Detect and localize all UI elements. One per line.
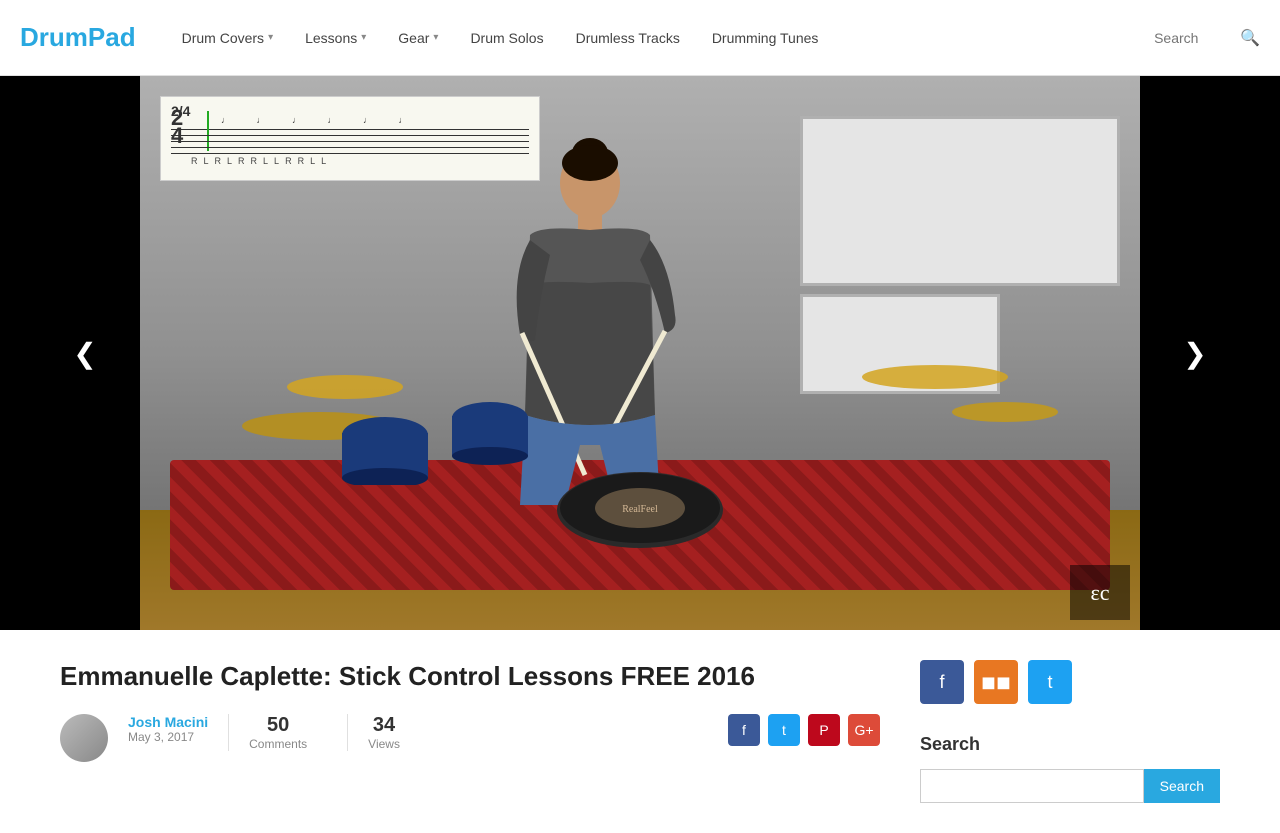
nav-drum-solos[interactable]: Drum Solos: [454, 0, 559, 76]
tom-blue-2: [450, 400, 530, 470]
main-content: Emmanuelle Caplette: Stick Control Lesso…: [60, 660, 880, 803]
twitter-icon: t: [782, 722, 786, 738]
logo-pad: Pad: [88, 22, 136, 52]
nav-drumless-tracks[interactable]: Drumless Tracks: [560, 0, 696, 76]
rss-icon: ◼◼: [981, 672, 1011, 693]
social-buttons: f ◼◼ t: [920, 660, 1220, 704]
rl-letters-row: R L R L R R L L R R L L: [171, 156, 529, 166]
svg-text:RealFeel: RealFeel: [622, 504, 658, 515]
main-nav: Drum Covers ▾ Lessons ▾ Gear ▾ Drum Solo…: [166, 0, 1154, 76]
staff-line: [171, 147, 529, 148]
author-info: Josh Macini May 3, 2017: [128, 714, 208, 744]
search-button[interactable]: 🔍: [1240, 28, 1260, 48]
share-pinterest-button[interactable]: P: [808, 714, 840, 746]
social-facebook-button[interactable]: f: [920, 660, 964, 704]
comments-stat: 50 Comments: [228, 714, 327, 751]
avatar: [60, 714, 108, 762]
nav-drum-covers[interactable]: Drum Covers ▾: [166, 0, 290, 76]
slider-prev-button[interactable]: ❮: [60, 323, 110, 383]
whiteboard-large: [800, 116, 1120, 286]
time-sig-den: 4: [171, 125, 183, 147]
share-twitter-button[interactable]: t: [768, 714, 800, 746]
staff-lines: 2 4 ♩ ♩ ♩ ♩ ♩ ♩: [171, 129, 529, 154]
hero-slider: 2/4 2 4 ♩ ♩ ♩ ♩ ♩ ♩ R L R L: [0, 76, 1280, 630]
share-facebook-button[interactable]: f: [728, 714, 760, 746]
sidebar: f ◼◼ t Search Search: [920, 660, 1220, 803]
sidebar-search-input[interactable]: [920, 769, 1144, 803]
header-search: 🔍: [1154, 28, 1260, 48]
facebook-icon: f: [939, 672, 944, 693]
views-stat: 34 Views: [347, 714, 420, 751]
tom-blue-1: [340, 415, 430, 490]
barline-green: [207, 111, 209, 151]
content-area: Emmanuelle Caplette: Stick Control Lesso…: [0, 630, 1280, 833]
search-icon: 🔍: [1240, 30, 1260, 47]
whiteboard-container: [800, 116, 1120, 394]
site-logo[interactable]: DrumPad: [20, 22, 136, 53]
search-label: Search: [1160, 778, 1204, 794]
cymbal-crash: [950, 400, 1060, 430]
logo-drum: Drum: [20, 22, 88, 52]
chevron-down-icon: ▾: [361, 32, 366, 43]
publish-date: May 3, 2017: [128, 730, 208, 744]
staff-line: [171, 135, 529, 136]
facebook-icon: f: [742, 722, 746, 738]
author-name[interactable]: Josh Macini: [128, 714, 208, 730]
comments-count: 50: [267, 714, 289, 737]
googleplus-icon: G+: [854, 722, 873, 738]
sidebar-search-row: Search: [920, 769, 1220, 803]
staff-line: [171, 141, 529, 142]
cymbal-right: [860, 365, 1010, 400]
slider-image-area: 2/4 2 4 ♩ ♩ ♩ ♩ ♩ ♩ R L R L: [140, 76, 1140, 630]
staff-line: 2 4 ♩ ♩ ♩ ♩ ♩ ♩: [171, 129, 529, 130]
slider-next-button[interactable]: ❯: [1170, 323, 1220, 383]
social-rss-button[interactable]: ◼◼: [974, 660, 1018, 704]
pinterest-icon: P: [819, 722, 828, 738]
cymbal-left-hi: [285, 375, 405, 410]
views-count: 34: [373, 714, 395, 737]
twitter-icon: t: [1047, 672, 1052, 693]
chevron-down-icon: ▾: [433, 32, 438, 43]
views-label: Views: [368, 737, 400, 751]
author-row: Josh Macini May 3, 2017 50 Comments 34 V…: [60, 714, 880, 762]
social-twitter-button[interactable]: t: [1028, 660, 1072, 704]
staff-line: [171, 153, 529, 154]
sidebar-search-title: Search: [920, 734, 1220, 755]
chevron-right-icon: ❯: [1183, 337, 1206, 370]
snare-pad: RealFeel: [555, 470, 725, 555]
site-header: DrumPad Drum Covers ▾ Lessons ▾ Gear ▾ D…: [0, 0, 1280, 76]
chevron-down-icon: ▾: [268, 32, 273, 43]
search-input[interactable]: [1154, 30, 1234, 46]
chevron-left-icon: ❮: [73, 337, 96, 370]
sidebar-search-button[interactable]: Search: [1144, 769, 1220, 803]
share-googleplus-button[interactable]: G+: [848, 714, 880, 746]
nav-drumming-tunes[interactable]: Drumming Tunes: [696, 0, 835, 76]
nav-lessons[interactable]: Lessons ▾: [289, 0, 382, 76]
share-icons: f t P G+: [728, 714, 880, 746]
comments-label: Comments: [249, 737, 307, 751]
nav-gear[interactable]: Gear ▾: [382, 0, 454, 76]
note-flags: ♩ ♩ ♩ ♩ ♩ ♩: [221, 115, 420, 125]
article-title: Emmanuelle Caplette: Stick Control Lesso…: [60, 660, 880, 694]
sheet-music: 2/4 2 4 ♩ ♩ ♩ ♩ ♩ ♩ R L R L: [160, 96, 540, 181]
ec-watermark: ɛc: [1070, 565, 1130, 620]
